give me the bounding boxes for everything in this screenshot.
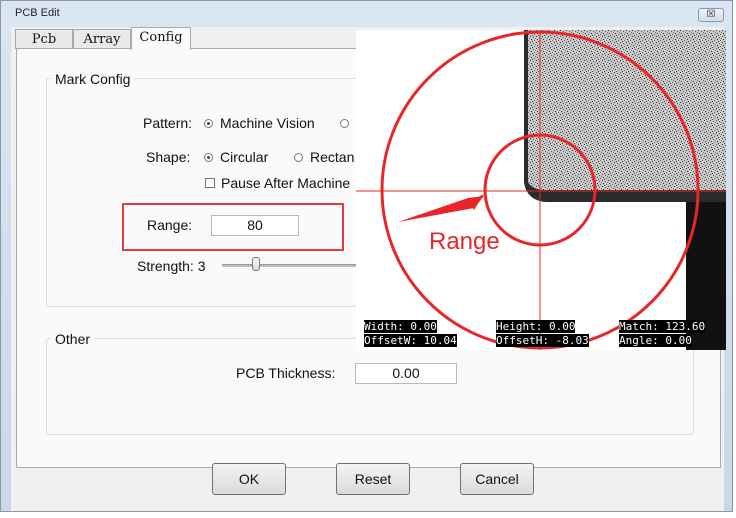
readout-width: Width: 0.00	[364, 320, 437, 333]
angle-label: Angle:	[619, 334, 659, 347]
pattern-label: Pattern:	[143, 115, 193, 131]
angle-value: 0.00	[665, 334, 692, 347]
shape-circular-radio[interactable]	[204, 153, 213, 162]
offseth-value: -8.03	[555, 334, 589, 347]
tab-array[interactable]: Array	[73, 29, 131, 49]
strength-label: Strength: 3	[137, 258, 206, 274]
shape-rectangle-label[interactable]: Rectan	[310, 149, 354, 165]
other-title: Other	[51, 331, 95, 347]
range-label: Range:	[147, 217, 193, 233]
tab-pcb[interactable]: Pcb	[15, 29, 73, 49]
pattern-option-2-radio[interactable]	[340, 119, 349, 128]
camera-image	[356, 30, 726, 350]
pattern-machine-vision-label[interactable]: Machine Vision	[220, 115, 315, 131]
match-value: 123.60	[665, 320, 706, 333]
reset-button[interactable]: Reset	[336, 463, 410, 495]
close-icon: ☒	[706, 9, 716, 20]
pcb-thickness-label: PCB Thickness:	[236, 365, 336, 381]
match-label: Match:	[619, 320, 659, 333]
offsetw-value: 10.04	[423, 334, 457, 347]
pcb-thickness-input[interactable]: 0.00	[355, 363, 457, 384]
strength-slider-track[interactable]	[222, 264, 362, 267]
width-label: Width:	[364, 320, 404, 333]
other-group	[46, 338, 694, 435]
readout-match: Match: 123.60	[619, 320, 706, 333]
readout-angle: Angle: 0.00	[619, 334, 692, 347]
shape-label: Shape:	[146, 149, 191, 165]
tab-config[interactable]: Config	[131, 27, 191, 50]
readout-offseth: OffsetH: -8.03	[496, 334, 589, 347]
pattern-machine-vision-radio[interactable]	[204, 119, 213, 128]
offsetw-label: OffsetW:	[364, 334, 417, 347]
shape-rectangle-radio[interactable]	[294, 153, 303, 162]
close-button[interactable]: ☒	[698, 8, 724, 22]
cancel-button[interactable]: Cancel	[460, 463, 534, 495]
width-value: 0.00	[410, 320, 437, 333]
camera-view: Range Width: 0.00 OffsetW: 10.04 Height:…	[356, 30, 726, 350]
offseth-label: OffsetH:	[496, 334, 549, 347]
mark-config-title: Mark Config	[51, 71, 135, 87]
pause-after-machine-checkbox[interactable]	[205, 178, 215, 188]
readout-height: Height: 0.00	[496, 320, 576, 333]
pause-after-machine-label[interactable]: Pause After Machine	[221, 175, 350, 191]
title-bar[interactable]: PCB Edit ☒	[1, 1, 732, 23]
height-label: Height:	[496, 320, 543, 333]
strength-slider-thumb[interactable]	[252, 257, 260, 271]
readout-offsetw: OffsetW: 10.04	[364, 334, 457, 347]
range-input[interactable]: 80	[211, 215, 299, 236]
ok-button[interactable]: OK	[212, 463, 286, 495]
range-annotation: Range	[429, 228, 500, 255]
height-value: 0.00	[548, 320, 576, 333]
shape-circular-label[interactable]: Circular	[220, 149, 268, 165]
window-title: PCB Edit	[15, 7, 60, 19]
